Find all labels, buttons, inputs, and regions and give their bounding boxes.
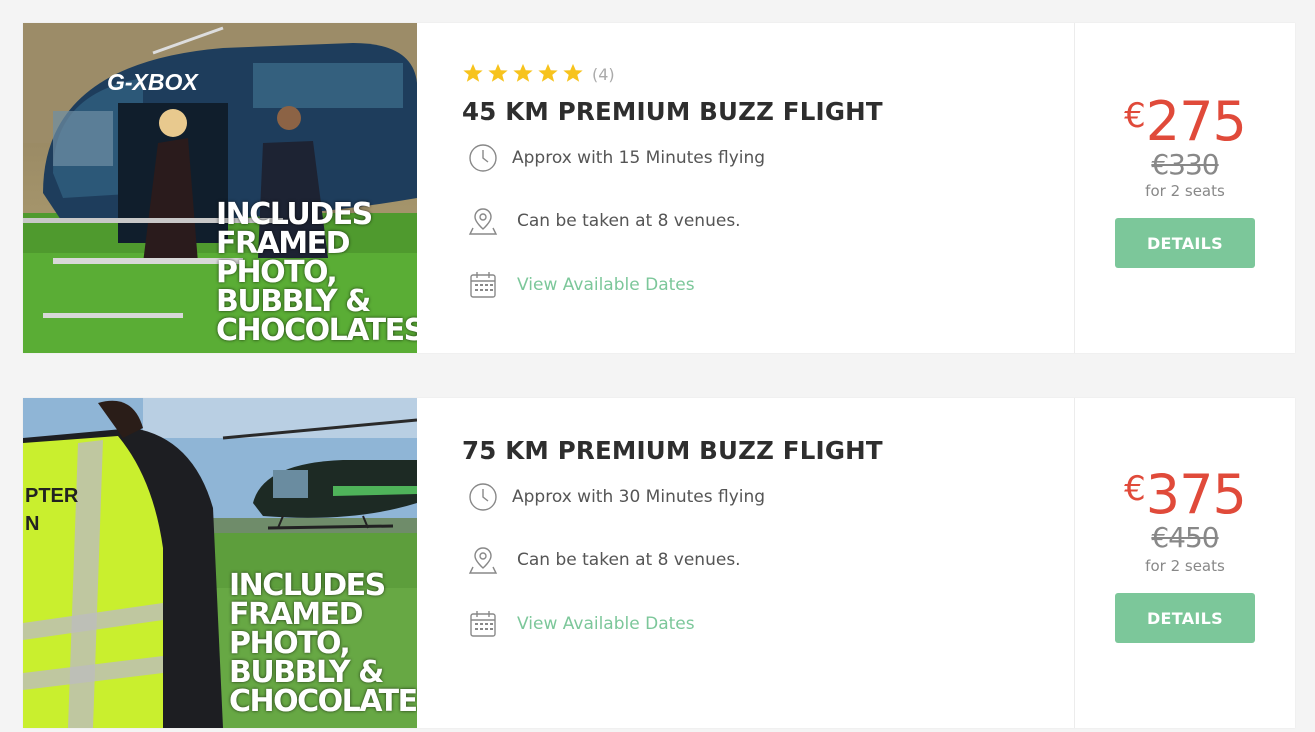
venues-feature: Can be taken at 8 venues. <box>468 206 741 236</box>
listing-card: G-XBOX INCLUDES FRAMED PHOTO, BUBBLY & C… <box>23 23 1295 353</box>
details-button[interactable]: DETAILS <box>1115 593 1255 643</box>
duration-feature: Approx with 30 Minutes flying <box>468 482 765 512</box>
calendar-icon <box>468 609 498 639</box>
original-price: €450 <box>1151 521 1219 554</box>
star-icon <box>512 62 534 84</box>
view-dates-link[interactable]: View Available Dates <box>517 614 695 634</box>
duration-feature: Approx with 15 Minutes flying <box>468 143 765 173</box>
listing-image[interactable]: G-XBOX INCLUDES FRAMED PHOTO, BUBBLY & C… <box>23 23 417 353</box>
listing-info: (4) 45 KM PREMIUM BUZZ FLIGHT Approx wit… <box>462 23 1072 353</box>
listing-card: PTER N INCLUDES FRAMED PHOTO, BUBBLY & C… <box>23 398 1295 728</box>
calendar-icon <box>468 270 498 300</box>
map-pin-icon <box>468 545 498 575</box>
venues-feature: Can be taken at 8 venues. <box>468 545 741 575</box>
map-pin-icon <box>468 206 498 236</box>
duration-text: Approx with 15 Minutes flying <box>512 148 766 168</box>
current-price: €275 <box>1124 90 1247 153</box>
vest-text: PTER N <box>25 485 79 535</box>
seats-label: for 2 seats <box>1145 182 1225 200</box>
star-rating: (4) <box>462 62 615 84</box>
listing-title[interactable]: 45 KM PREMIUM BUZZ FLIGHT <box>462 97 883 126</box>
image-overlay-text: INCLUDES FRAMED PHOTO, BUBBLY & CHOCOLAT… <box>229 568 417 719</box>
listing-info: 75 KM PREMIUM BUZZ FLIGHT Approx with 30… <box>462 398 1072 728</box>
current-price: €375 <box>1124 463 1247 526</box>
view-dates-link[interactable]: View Available Dates <box>517 275 695 295</box>
listing-title[interactable]: 75 KM PREMIUM BUZZ FLIGHT <box>462 436 883 465</box>
venues-text: Can be taken at 8 venues. <box>517 211 741 231</box>
price-panel: €275 €330 for 2 seats DETAILS <box>1075 23 1295 353</box>
dates-feature[interactable]: View Available Dates <box>468 270 695 300</box>
star-icon <box>462 62 484 84</box>
details-button[interactable]: DETAILS <box>1115 218 1255 268</box>
rating-count: (4) <box>592 65 615 84</box>
seats-label: for 2 seats <box>1145 557 1225 575</box>
dates-feature[interactable]: View Available Dates <box>468 609 695 639</box>
clock-icon <box>468 482 498 512</box>
clock-icon <box>468 143 498 173</box>
original-price: €330 <box>1151 148 1219 181</box>
star-icon <box>487 62 509 84</box>
helicopter-registration: G-XBOX <box>107 69 198 95</box>
duration-text: Approx with 30 Minutes flying <box>512 487 766 507</box>
venues-text: Can be taken at 8 venues. <box>517 550 741 570</box>
price-panel: €375 €450 for 2 seats DETAILS <box>1075 398 1295 728</box>
listing-image[interactable]: PTER N INCLUDES FRAMED PHOTO, BUBBLY & C… <box>23 398 417 728</box>
star-icon <box>537 62 559 84</box>
image-overlay-text: INCLUDES FRAMED PHOTO, BUBBLY & CHOCOLAT… <box>216 197 417 348</box>
star-icon <box>562 62 584 84</box>
